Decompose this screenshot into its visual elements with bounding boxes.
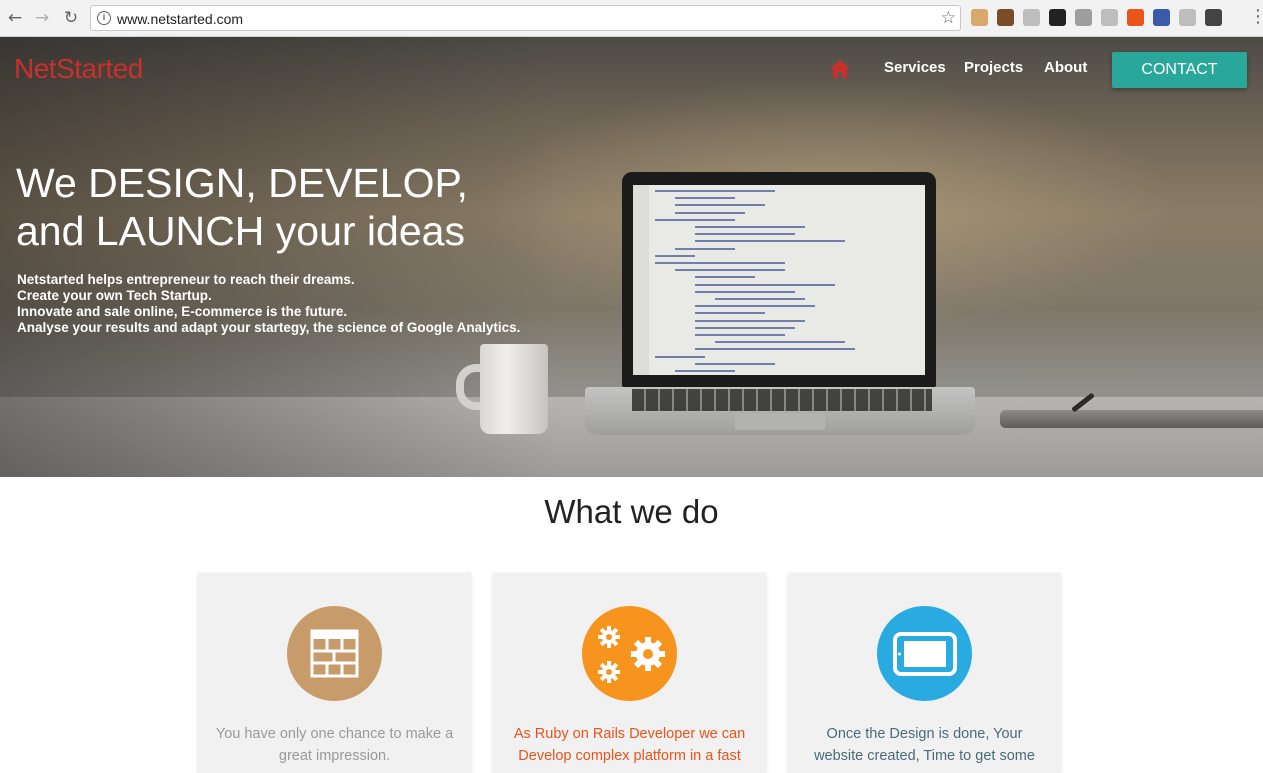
contact-button[interactable]: CONTACT [1112, 52, 1247, 88]
extension-icon[interactable] [1075, 9, 1092, 26]
nav-link-about[interactable]: About [1044, 59, 1087, 76]
browser-toolbar: ← → ↻ i www.netstarted.com ☆ ⋮ [0, 0, 1263, 37]
url-text[interactable]: www.netstarted.com [117, 11, 243, 27]
brand-logo[interactable]: NetStarted [14, 53, 143, 85]
extension-icon[interactable] [1179, 9, 1196, 26]
coffee-mug-image [480, 344, 548, 434]
hero-headline-line-1: We DESIGN, DEVELOP, [16, 160, 468, 206]
nav-link-services[interactable]: Services [884, 59, 946, 76]
laptop-keyboard [632, 389, 932, 411]
hero-headline: We DESIGN, DEVELOP, and LAUNCH your idea… [16, 159, 536, 255]
extension-icon[interactable] [1153, 9, 1170, 26]
gears-icon [582, 606, 677, 701]
code-screenshot [633, 185, 925, 375]
card-text: You have only one chance to make a great… [215, 726, 454, 764]
bookmark-star-icon[interactable]: ☆ [941, 8, 956, 28]
extension-icon[interactable] [1127, 9, 1144, 26]
hero-headline-line-2: and LAUNCH your ideas [16, 208, 465, 254]
hero-text-line-1: Netstarted helps entrepreneur to reach t… [17, 272, 355, 287]
forward-icon[interactable]: → [32, 8, 52, 28]
extension-icon[interactable] [1023, 9, 1040, 26]
hero-text-line-4: Analyse your results and adapt your star… [17, 320, 521, 335]
info-icon[interactable]: i [97, 11, 111, 25]
laptop-trackpad [735, 414, 825, 430]
address-bar[interactable]: i www.netstarted.com ☆ [90, 5, 961, 31]
section-title: What we do [544, 493, 719, 530]
service-card: Once the Design is done, Your website cr… [788, 573, 1061, 773]
tablet-icon [877, 606, 972, 701]
extension-icon[interactable] [1205, 9, 1222, 26]
card-text: Once the Design is done, Your website cr… [814, 726, 1035, 764]
layout-icon [287, 606, 382, 701]
home-icon[interactable] [829, 59, 851, 79]
card-text: As Ruby on Rails Developer we can Develo… [513, 726, 746, 764]
extension-icon[interactable] [1049, 9, 1066, 26]
extension-icon[interactable] [1101, 9, 1118, 26]
service-card: You have only one chance to make a great… [198, 573, 471, 773]
extension-icon[interactable] [971, 9, 988, 26]
back-icon[interactable]: ← [5, 8, 25, 28]
service-card: As Ruby on Rails Developer we can Develo… [493, 573, 766, 773]
hero-section: NetStarted Services Projects About CONTA… [0, 37, 1263, 477]
nav-link-projects[interactable]: Projects [964, 59, 1023, 76]
extension-icon[interactable] [997, 9, 1014, 26]
hero-text-line-3: Innovate and sale online, E-commerce is … [17, 304, 348, 319]
menu-dots-icon[interactable]: ⋮ [1249, 7, 1263, 27]
notebook-image [1000, 410, 1263, 428]
reload-icon[interactable]: ↻ [61, 8, 81, 28]
hero-text-line-2: Create your own Tech Startup. [17, 288, 212, 303]
